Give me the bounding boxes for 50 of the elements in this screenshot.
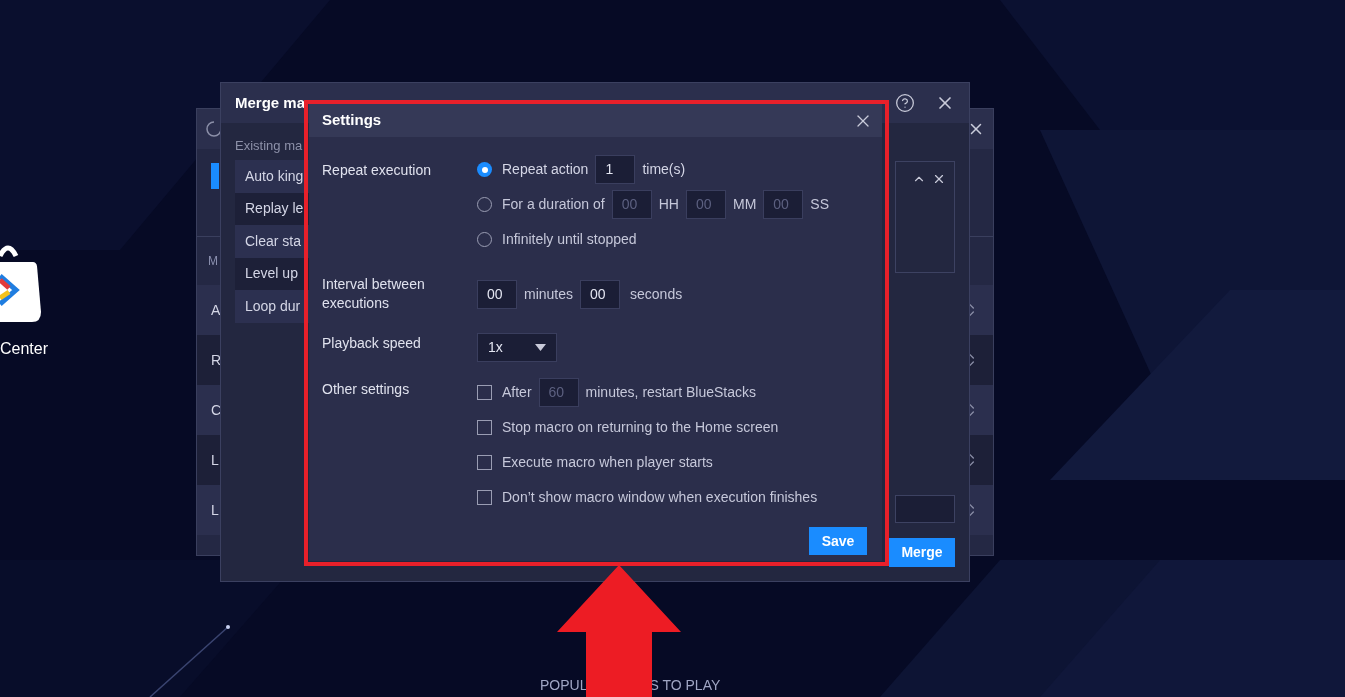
speed-dropdown[interactable]: 1x <box>477 333 557 362</box>
app-label: Center <box>0 339 49 359</box>
seconds-field[interactable]: 00 <box>580 279 621 309</box>
time-field[interactable]: 00 <box>611 190 652 219</box>
macro-name: R <box>211 350 222 370</box>
option-label: Execute macro when player starts <box>502 453 713 472</box>
merge-button[interactable]: Merge <box>889 538 955 567</box>
checkbox[interactable] <box>477 490 492 505</box>
unit-label: seconds <box>630 284 683 304</box>
time-field[interactable]: 00 <box>763 190 804 219</box>
time-unit: MM <box>732 195 757 214</box>
time-field[interactable]: 00 <box>685 190 726 219</box>
section-label: Existing ma <box>235 137 304 155</box>
checkbox[interactable] <box>477 420 492 435</box>
help-icon[interactable] <box>895 93 915 113</box>
dropdown-arrow-icon <box>535 344 546 351</box>
dialog-title: Settings <box>322 110 382 131</box>
setting-label: Interval between executions <box>322 275 426 313</box>
checkbox[interactable] <box>477 455 492 470</box>
option-label: After <box>502 383 532 402</box>
macro-name: C <box>211 400 222 420</box>
name-field[interactable] <box>895 495 955 523</box>
option-unit: time(s) <box>642 160 686 179</box>
setting-label: Other settings <box>322 380 411 399</box>
section-heading: POPUL <box>540 676 588 695</box>
column-header: M <box>208 253 218 270</box>
macro-name: L <box>211 500 219 520</box>
option-label: Infinitely until stopped <box>502 230 637 249</box>
window-title: Merge ma <box>235 92 306 113</box>
option-label: Repeat action <box>502 160 589 179</box>
count-field[interactable]: 1 <box>595 155 636 184</box>
minutes-field[interactable]: 00 <box>477 279 517 309</box>
option-label: For a duration of <box>502 195 605 214</box>
loading-icon <box>205 120 223 138</box>
checkbox[interactable] <box>477 385 492 400</box>
save-button[interactable]: Save <box>809 527 867 555</box>
time-unit: SS <box>810 195 829 214</box>
close-icon[interactable] <box>932 172 946 186</box>
option-label: Stop macro on returning to the Home screen <box>502 418 779 437</box>
setting-label: Repeat execution <box>322 161 432 180</box>
option-label: Don’t show macro window when execution finishes <box>502 488 818 507</box>
minutes-field[interactable]: 60 <box>538 378 579 407</box>
macro-name: L <box>211 450 219 470</box>
option-label: minutes, restart BlueStacks <box>585 383 756 402</box>
macro-name: A <box>211 300 221 320</box>
time-unit: HH <box>658 195 679 214</box>
tab-indicator <box>211 163 219 189</box>
radio-button[interactable] <box>477 162 492 177</box>
setting-label: Playback speed <box>322 334 422 353</box>
unit-label: minutes <box>524 284 574 304</box>
